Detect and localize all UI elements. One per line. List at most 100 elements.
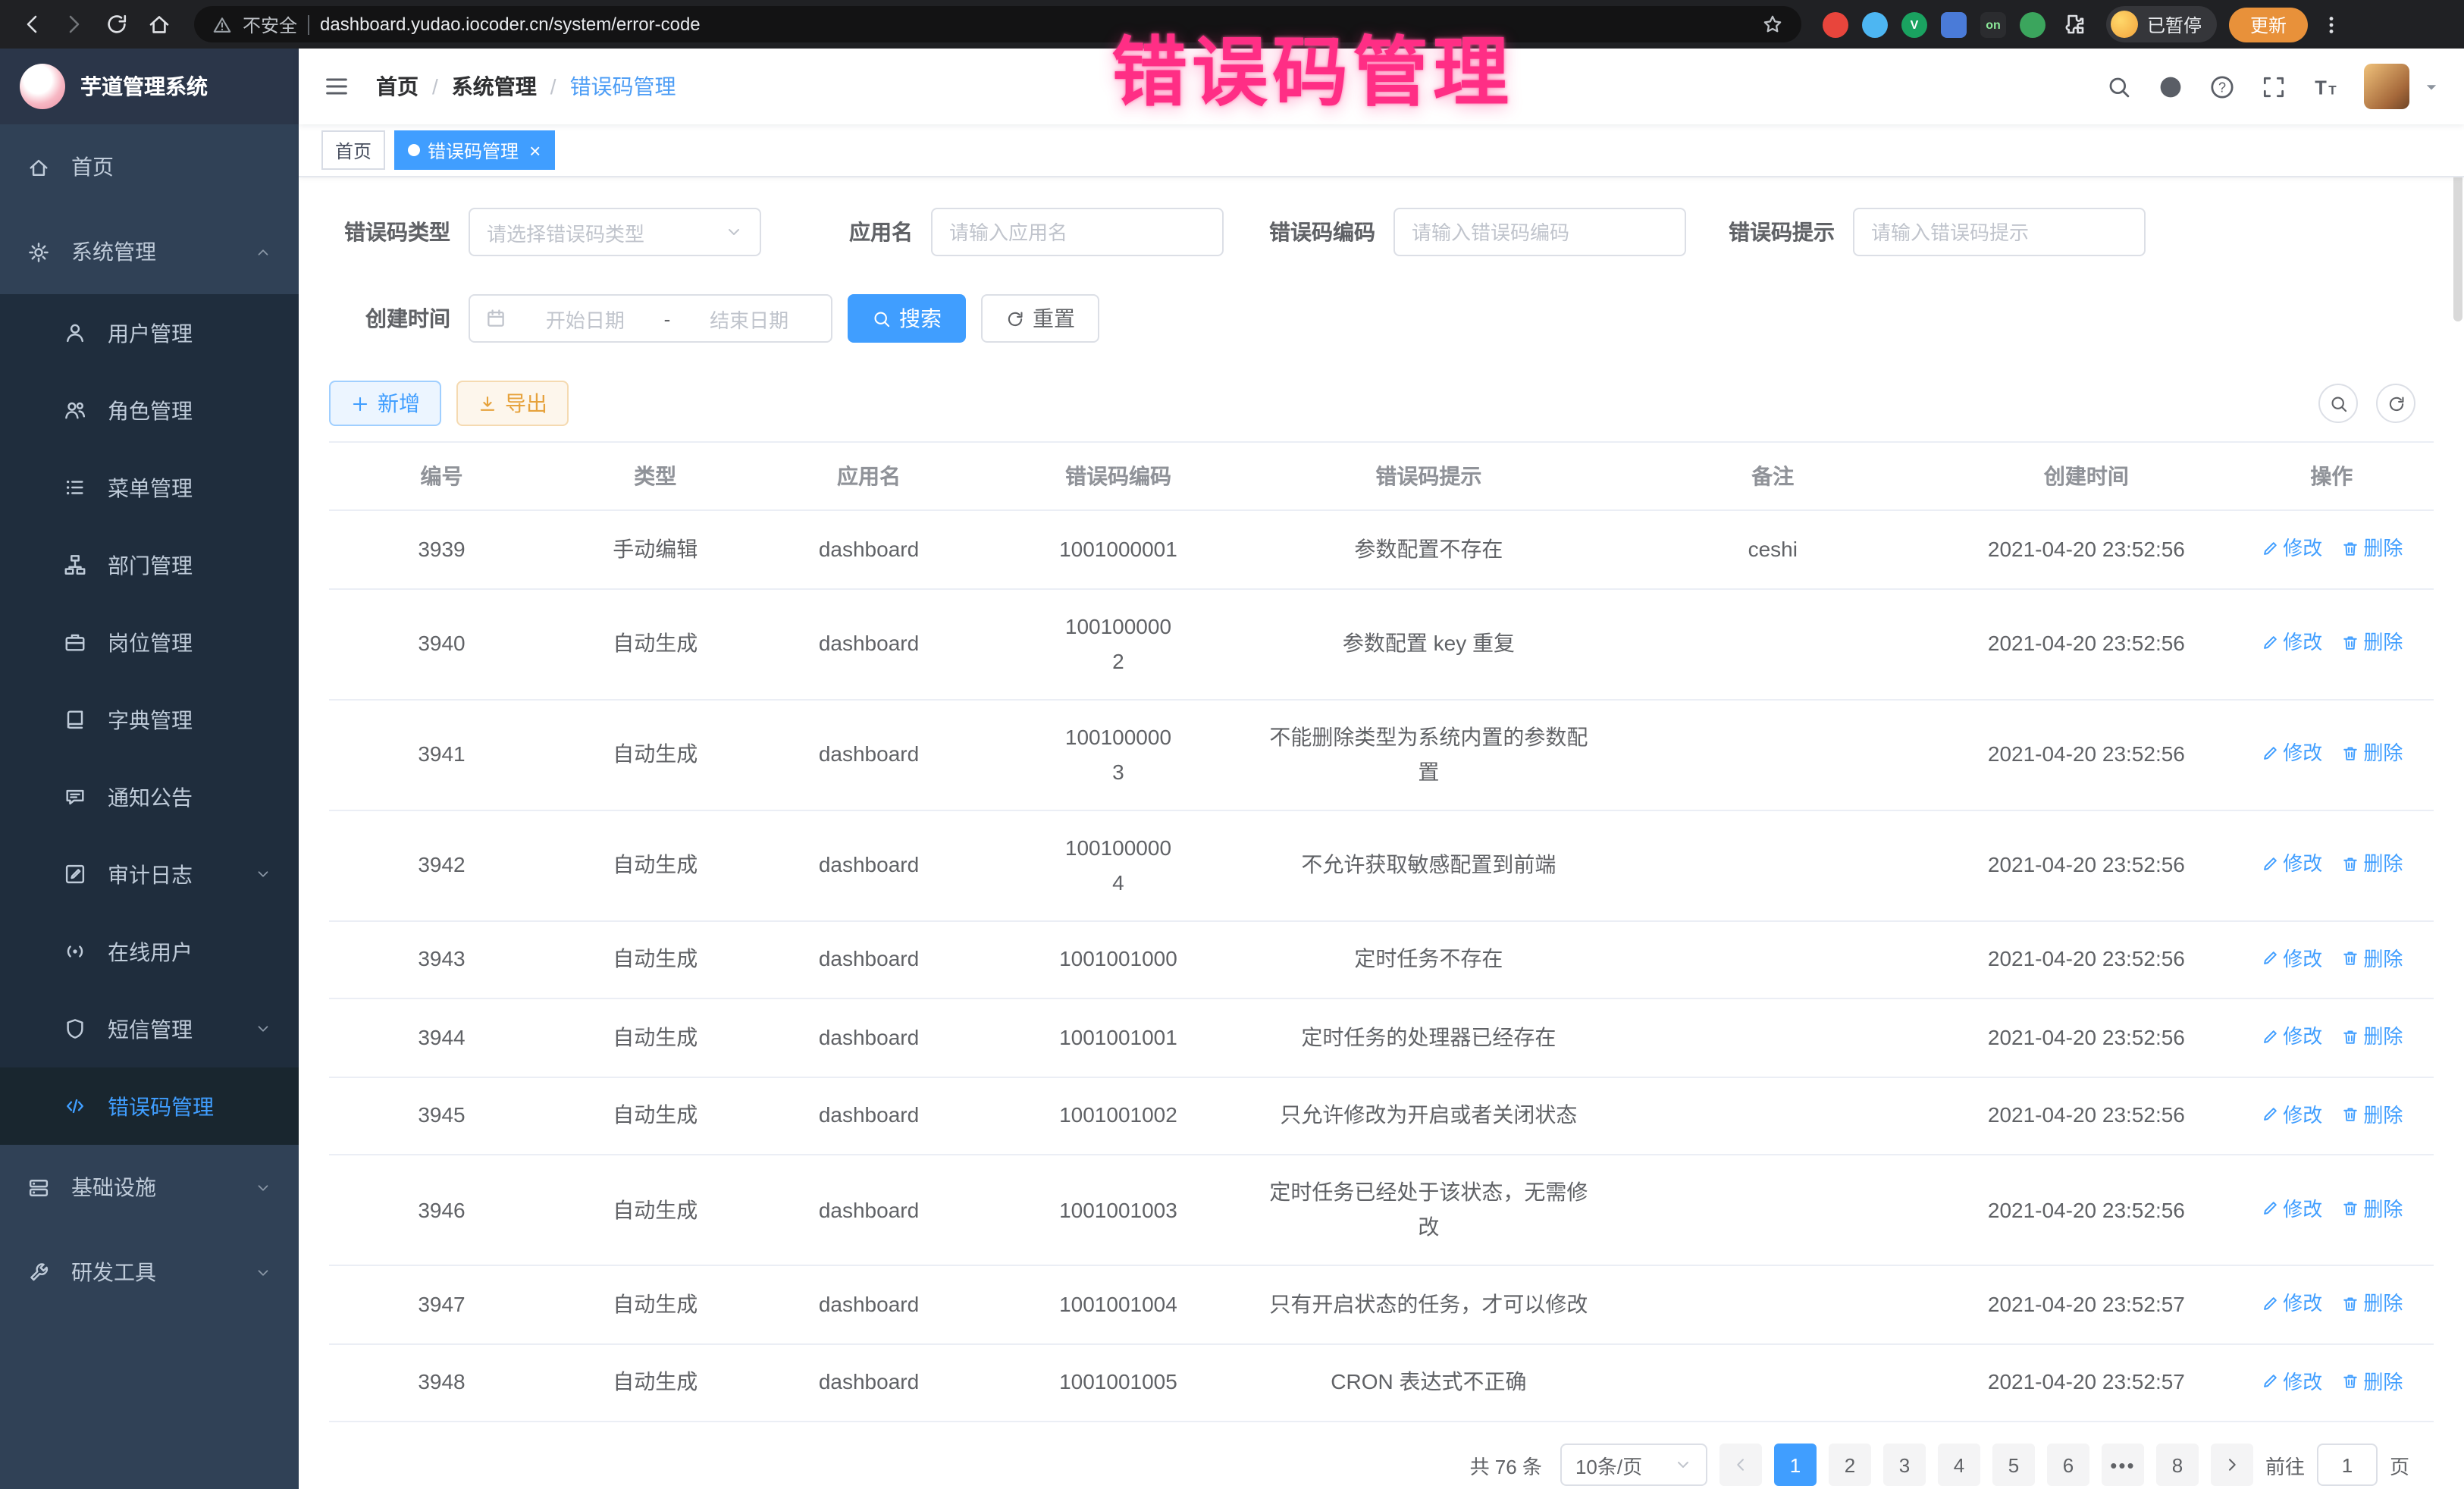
- delete-link[interactable]: 删除: [2340, 1192, 2403, 1227]
- edit-link[interactable]: 修改: [2260, 1192, 2322, 1227]
- extensions-puzzle-icon[interactable]: [2055, 5, 2094, 44]
- delete-link[interactable]: 删除: [2340, 941, 2403, 976]
- sidebar-item-role[interactable]: 角色管理: [0, 371, 299, 449]
- browser-home-icon[interactable]: [140, 5, 179, 44]
- edit-link[interactable]: 修改: [2260, 1097, 2322, 1132]
- extension-green-leaf-icon[interactable]: [2020, 11, 2045, 37]
- create-time-range-picker[interactable]: 开始日期 - 结束日期: [469, 294, 832, 343]
- delete-link[interactable]: 删除: [2340, 1019, 2403, 1054]
- page-size-select[interactable]: 10条/页: [1560, 1444, 1707, 1486]
- sidebar-item-sms[interactable]: 短信管理: [0, 990, 299, 1067]
- pager-page-2[interactable]: 2: [1829, 1444, 1871, 1486]
- extension-blue-grid-icon[interactable]: [1941, 11, 1967, 37]
- hint-input[interactable]: [1871, 221, 2127, 243]
- sidebar-item-error-code[interactable]: 错误码管理: [0, 1067, 299, 1145]
- extension-green-v-icon[interactable]: V: [1901, 11, 1927, 37]
- edit-link[interactable]: 修改: [2260, 1364, 2322, 1399]
- bookmark-star-icon[interactable]: [1762, 14, 1783, 35]
- cell-hint: 只有开启状态的任务，才可以修改: [1255, 1265, 1602, 1343]
- browser-profile-chip[interactable]: 已暂停: [2106, 6, 2217, 42]
- page-content: 错误码类型 请选择错误码类型 应用名 错误码编码 错误码提示: [299, 177, 2464, 1489]
- toggle-search-button[interactable]: [2318, 384, 2358, 423]
- edit-link[interactable]: 修改: [2260, 847, 2322, 882]
- extension-blue-drop-icon[interactable]: [1862, 11, 1888, 37]
- cell-remark: [1602, 1155, 1943, 1265]
- browser-menu-icon[interactable]: [2311, 5, 2350, 44]
- delete-link[interactable]: 删除: [2340, 1097, 2403, 1132]
- sidebar-item-system[interactable]: 系统管理: [0, 209, 299, 294]
- delete-link[interactable]: 删除: [2340, 847, 2403, 882]
- delete-link[interactable]: 删除: [2340, 1286, 2403, 1321]
- extension-dark-on-icon[interactable]: on: [1980, 11, 2006, 37]
- cell-app: dashboard: [757, 998, 982, 1077]
- sidebar-item-online-user[interactable]: 在线用户: [0, 913, 299, 990]
- pager-page-8[interactable]: 8: [2156, 1444, 2199, 1486]
- sidebar-item-infra[interactable]: 基础设施: [0, 1145, 299, 1230]
- browser-forward-icon[interactable]: [55, 5, 94, 44]
- pager-page-1[interactable]: 1: [1774, 1444, 1817, 1486]
- breadcrumb-item[interactable]: 首页: [376, 71, 419, 102]
- pager-page-3[interactable]: 3: [1883, 1444, 1926, 1486]
- sidebar-item-label: 错误码管理: [108, 1091, 214, 1121]
- breadcrumb-item[interactable]: 系统管理: [452, 71, 537, 102]
- tag-active[interactable]: 错误码管理×: [394, 130, 554, 170]
- cell-id: 3945: [329, 1077, 554, 1155]
- export-button[interactable]: 导出: [456, 381, 569, 426]
- delete-link[interactable]: 删除: [2340, 736, 2403, 771]
- browser-back-icon[interactable]: [12, 5, 52, 44]
- reset-button[interactable]: 重置: [981, 294, 1099, 343]
- goto-page-input[interactable]: [2317, 1444, 2378, 1486]
- browser-update-button[interactable]: 更新: [2229, 7, 2308, 42]
- extension-red-icon[interactable]: [1823, 11, 1848, 37]
- sidebar-item-home[interactable]: 首页: [0, 124, 299, 209]
- edit-link[interactable]: 修改: [2260, 941, 2322, 976]
- github-icon[interactable]: [2158, 74, 2183, 99]
- pager-page-4[interactable]: 4: [1938, 1444, 1980, 1486]
- edit-link[interactable]: 修改: [2260, 736, 2322, 771]
- pager-page-6[interactable]: 6: [2047, 1444, 2089, 1486]
- prev-page-button[interactable]: [1719, 1444, 1762, 1486]
- error-type-select[interactable]: 请选择错误码类型: [469, 208, 761, 256]
- refresh-table-button[interactable]: [2376, 384, 2415, 423]
- search-button[interactable]: 搜索: [848, 294, 966, 343]
- cell-type: 自动生成: [554, 1155, 756, 1265]
- tag-item[interactable]: 首页: [321, 130, 385, 170]
- sidebar-item-menu[interactable]: 菜单管理: [0, 449, 299, 526]
- sidebar-item-notice[interactable]: 通知公告: [0, 758, 299, 835]
- pager-more-button[interactable]: •••: [2102, 1444, 2144, 1486]
- next-page-button[interactable]: [2211, 1444, 2253, 1486]
- range-separator: -: [664, 307, 671, 330]
- delete-link[interactable]: 删除: [2340, 1364, 2403, 1399]
- delete-link[interactable]: 删除: [2340, 531, 2403, 566]
- user-avatar[interactable]: [2364, 64, 2409, 109]
- code-input[interactable]: [1412, 221, 1668, 243]
- edit-link[interactable]: 修改: [2260, 1019, 2322, 1054]
- tag-close-icon[interactable]: ×: [529, 140, 541, 160]
- search-icon[interactable]: [2106, 74, 2132, 99]
- browser-reload-icon[interactable]: [97, 5, 136, 44]
- sidebar-item-dept[interactable]: 部门管理: [0, 526, 299, 603]
- address-bar[interactable]: 不安全 dashboard.yudao.iocoder.cn/system/er…: [194, 6, 1801, 42]
- cell-type: 自动生成: [554, 1077, 756, 1155]
- fullscreen-icon[interactable]: [2261, 74, 2287, 99]
- cell-type: 自动生成: [554, 998, 756, 1077]
- delete-link[interactable]: 删除: [2340, 625, 2403, 660]
- sidebar-item-devtools[interactable]: 研发工具: [0, 1230, 299, 1315]
- add-button[interactable]: 新增: [329, 381, 441, 426]
- caret-down-icon[interactable]: [2423, 78, 2440, 95]
- help-icon[interactable]: ?: [2209, 74, 2235, 99]
- sidebar-item-post[interactable]: 岗位管理: [0, 603, 299, 681]
- edit-link[interactable]: 修改: [2260, 1286, 2322, 1321]
- hamburger-icon[interactable]: [323, 73, 350, 100]
- edit-link[interactable]: 修改: [2260, 625, 2322, 660]
- app-name-input[interactable]: [949, 221, 1205, 243]
- column-header-ops: 操作: [2230, 442, 2434, 510]
- sidebar-item-audit-log[interactable]: 审计日志: [0, 835, 299, 913]
- logo: 芋道管理系统: [0, 49, 299, 124]
- sidebar-item-user[interactable]: 用户管理: [0, 294, 299, 371]
- pager-page-5[interactable]: 5: [1992, 1444, 2035, 1486]
- edit-link[interactable]: 修改: [2260, 531, 2322, 566]
- shield-icon: [64, 1017, 88, 1040]
- sidebar-item-dict[interactable]: 字典管理: [0, 681, 299, 758]
- font-size-icon[interactable]: TT: [2312, 74, 2338, 99]
